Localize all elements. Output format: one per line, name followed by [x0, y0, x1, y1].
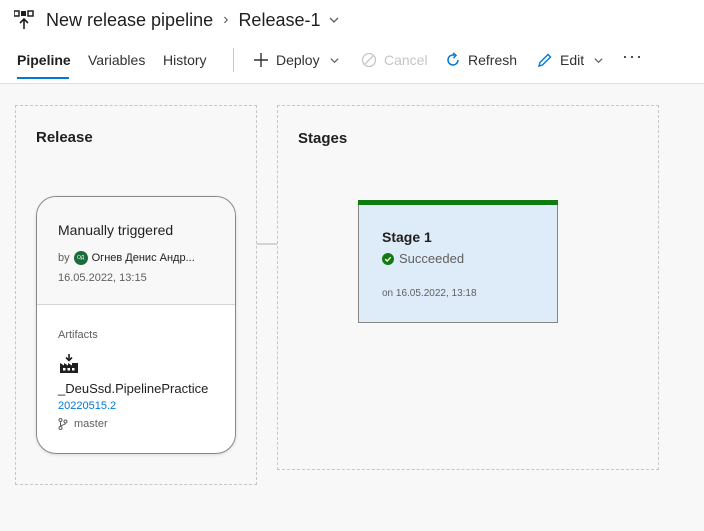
tab-pipeline[interactable]: Pipeline	[17, 44, 71, 76]
deploy-button[interactable]: Deploy	[253, 44, 347, 76]
edit-label: Edit	[560, 52, 585, 68]
pipeline-connector	[257, 243, 277, 245]
build-number-link[interactable]: 20220515.2	[58, 400, 116, 412]
check-circle-icon	[382, 252, 394, 265]
pencil-icon	[537, 53, 552, 68]
edit-button[interactable]: Edit	[537, 44, 611, 76]
artifact-build-icon	[60, 354, 78, 373]
deploy-label: Deploy	[276, 52, 320, 68]
release-pipeline-icon	[14, 10, 34, 29]
breadcrumb-separator: ›	[223, 11, 229, 28]
cancel-button[interactable]: Cancel	[361, 44, 428, 76]
chevron-down-icon[interactable]	[328, 14, 340, 26]
release-panel-title: Release	[36, 129, 93, 146]
stage-status-bar	[358, 200, 558, 205]
chevron-down-icon	[594, 57, 603, 63]
trigger-text: Manually triggered	[58, 222, 174, 238]
stage-status-text: Succeeded	[399, 251, 465, 266]
by-label: by	[58, 252, 70, 264]
triggered-by-row: by ОД Огнев Денис Андр...	[58, 251, 195, 265]
stages-panel-title: Stages	[298, 130, 348, 147]
avatar: ОД	[73, 251, 88, 265]
page-header: New release pipeline › Release-1 Pipelin…	[0, 0, 704, 84]
breadcrumb: New release pipeline › Release-1	[14, 6, 340, 34]
refresh-icon	[447, 52, 459, 66]
branch-row: master	[58, 418, 108, 430]
artifact-name: _DeuSsd.PipelinePractice	[58, 381, 209, 396]
trigger-date: 16.05.2022, 13:15	[58, 272, 147, 284]
chevron-down-icon	[330, 57, 339, 63]
refresh-button[interactable]: Refresh	[445, 44, 517, 76]
tab-variables[interactable]: Variables	[88, 44, 145, 76]
more-actions-button[interactable]: ···	[622, 46, 643, 67]
tab-history[interactable]: History	[163, 44, 207, 76]
refresh-label: Refresh	[468, 52, 518, 68]
git-branch-icon	[58, 418, 68, 430]
toolbar-divider	[233, 48, 234, 72]
cancel-circle-icon	[361, 52, 377, 68]
release-card[interactable]: Manually triggered by ОД Огнев Денис Анд…	[36, 196, 236, 454]
cancel-label: Cancel	[384, 52, 428, 68]
triggered-by-user[interactable]: Огнев Денис Андр...	[92, 252, 195, 264]
stage-card[interactable]: Stage 1 Succeeded on 16.05.2022, 13:18	[358, 200, 558, 323]
branch-name: master	[74, 418, 108, 430]
stage-status: Succeeded	[382, 251, 464, 266]
toolbar: Pipeline Variables History Deploy Cancel	[0, 44, 704, 84]
active-tab-indicator	[17, 77, 69, 79]
stage-name: Stage 1	[382, 229, 432, 245]
release-selector[interactable]: Release-1	[238, 10, 320, 31]
stage-date: on 16.05.2022, 13:18	[382, 288, 477, 299]
artifacts-label: Artifacts	[58, 329, 98, 341]
page-title[interactable]: New release pipeline	[46, 10, 213, 31]
plus-icon	[254, 53, 268, 67]
